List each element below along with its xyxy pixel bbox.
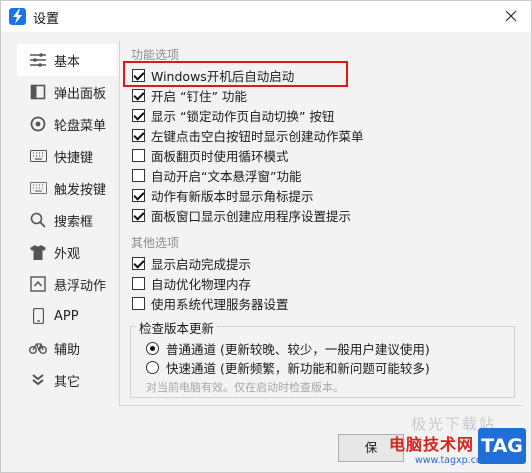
close-button[interactable] xyxy=(497,3,525,29)
bicycle-icon xyxy=(29,339,47,357)
settings-window: 设置 基本 弹出面板 轮盘菜单 快捷键 触发按键 搜索框 外观 悬浮动作 APP… xyxy=(0,0,532,473)
option-pin[interactable]: 开启 “钉住” 功能 xyxy=(132,86,247,105)
phone-icon xyxy=(29,307,47,325)
sidebar-item-label: 弹出面板 xyxy=(54,86,107,102)
option-label: 自动开启“文本悬浮窗”功能 xyxy=(151,169,302,184)
sidebar-item-app[interactable]: APP xyxy=(17,300,117,332)
option-label: 面板翻页时使用循环模式 xyxy=(151,149,289,164)
float-icon xyxy=(29,275,47,293)
option-lock-switch-button[interactable]: 显示 “锁定动作页自动切换” 按钮 xyxy=(132,106,334,125)
sidebar-item-assist[interactable]: 辅助 xyxy=(17,332,117,364)
checkbox[interactable] xyxy=(132,297,145,310)
update-check-title: 检查版本更新 xyxy=(136,318,218,337)
option-new-version-badge[interactable]: 动作有新版本时显示角标提示 xyxy=(132,186,314,205)
sidebar-item-label: 触发按键 xyxy=(54,182,107,198)
watermark-tag-logo: TAG xyxy=(478,428,526,464)
option-loop-paging[interactable]: 面板翻页时使用循环模式 xyxy=(132,146,289,165)
option-label: 使用系统代理服务器设置 xyxy=(151,297,289,312)
option-label: 显示启动完成提示 xyxy=(151,257,252,272)
keyboard-icon xyxy=(29,147,47,165)
shirt-icon xyxy=(29,243,47,261)
sidebar-item-label: APP xyxy=(54,308,79,324)
radio-button[interactable] xyxy=(146,360,159,374)
sliders-icon xyxy=(29,51,47,69)
checkbox[interactable] xyxy=(132,277,145,290)
sidebar-item-search-box[interactable]: 搜索框 xyxy=(17,204,117,236)
search-icon xyxy=(29,211,47,229)
sidebar-item-label: 快捷键 xyxy=(54,150,94,166)
trigger-keyboard-icon xyxy=(29,179,47,197)
radio-label: 普通通道 (更新较晚、较少，一般用户建议使用) xyxy=(166,341,430,357)
checkbox[interactable] xyxy=(132,257,145,270)
sidebar-item-wheel-menu[interactable]: 轮盘菜单 xyxy=(17,108,117,140)
radio-fast-channel[interactable]: 快速通道 (更新频繁，新功能和新问题可能较多) xyxy=(146,358,430,376)
close-icon xyxy=(505,10,517,22)
option-app-settings-tip[interactable]: 面板窗口显示创建应用程序设置提示 xyxy=(132,206,351,225)
panel-icon xyxy=(29,83,47,101)
sidebar-item-label: 基本 xyxy=(54,54,81,70)
checkbox[interactable] xyxy=(132,129,145,142)
sidebar-item-label: 悬浮动作 xyxy=(54,278,107,294)
sidebar-item-label: 其它 xyxy=(54,374,81,390)
sidebar-item-float-actions[interactable]: 悬浮动作 xyxy=(17,268,117,300)
option-create-action-menu[interactable]: 左键点击空白按钮时显示创建动作菜单 xyxy=(132,126,364,145)
option-system-proxy[interactable]: 使用系统代理服务器设置 xyxy=(132,294,289,313)
sidebar-item-label: 搜索框 xyxy=(54,214,94,230)
chevrons-icon xyxy=(29,371,47,389)
checkbox[interactable] xyxy=(132,209,145,222)
update-note: 对当前电脑有效。仅在启动时检查版本。 xyxy=(146,381,344,394)
lightning-app-icon xyxy=(9,8,26,25)
window-title: 设置 xyxy=(33,12,60,27)
option-label: 显示 “锁定动作页自动切换” 按钮 xyxy=(151,109,335,124)
highlight-box xyxy=(123,61,348,87)
checkbox[interactable] xyxy=(132,89,145,102)
other-options-title: 其他选项 xyxy=(131,236,180,250)
sidebar-item-trigger-keys[interactable]: 触发按键 xyxy=(17,172,117,204)
option-text-float-window[interactable]: 自动开启“文本悬浮窗”功能 xyxy=(132,166,301,185)
radio-button[interactable] xyxy=(146,341,159,355)
sidebar-item-other[interactable]: 其它 xyxy=(17,364,117,396)
sidebar-item-label: 外观 xyxy=(54,246,81,262)
sidebar-item-label: 轮盘菜单 xyxy=(54,118,107,134)
sidebar-item-popup-panel[interactable]: 弹出面板 xyxy=(17,76,117,108)
sidebar-item-appearance[interactable]: 外观 xyxy=(17,236,117,268)
sidebar-item-label: 辅助 xyxy=(54,342,81,358)
option-startup-tip[interactable]: 显示启动完成提示 xyxy=(132,254,251,273)
sidebar-item-hotkeys[interactable]: 快捷键 xyxy=(17,140,117,172)
sidebar-item-basic[interactable]: 基本 xyxy=(17,44,117,76)
wheel-icon xyxy=(29,115,47,133)
title-bar: 设置 xyxy=(1,1,531,32)
checkbox[interactable] xyxy=(132,149,145,162)
checkbox[interactable] xyxy=(132,109,145,122)
radio-normal-channel[interactable]: 普通通道 (更新较晚、较少，一般用户建议使用) xyxy=(146,339,430,357)
option-optimize-memory[interactable]: 自动优化物理内存 xyxy=(132,274,251,293)
option-label: 面板窗口显示创建应用程序设置提示 xyxy=(151,209,352,224)
watermark-site-name: 电脑技术网 xyxy=(389,435,475,454)
option-label: 开启 “钉住” 功能 xyxy=(151,89,247,104)
option-label: 动作有新版本时显示角标提示 xyxy=(151,189,314,204)
option-label: 左键点击空白按钮时显示创建动作菜单 xyxy=(151,129,364,144)
sidebar-nav: 基本 弹出面板 轮盘菜单 快捷键 触发按键 搜索框 外观 悬浮动作 APP 辅助… xyxy=(17,44,117,396)
radio-label: 快速通道 (更新频繁，新功能和新问题可能较多) xyxy=(166,360,430,376)
settings-content: 功能选项 Windows开机后自动启动 开启 “钉住” 功能 显示 “锁定动作页… xyxy=(119,41,522,406)
option-label: 自动优化物理内存 xyxy=(151,277,252,292)
checkbox[interactable] xyxy=(132,189,145,202)
checkbox[interactable] xyxy=(132,169,145,182)
